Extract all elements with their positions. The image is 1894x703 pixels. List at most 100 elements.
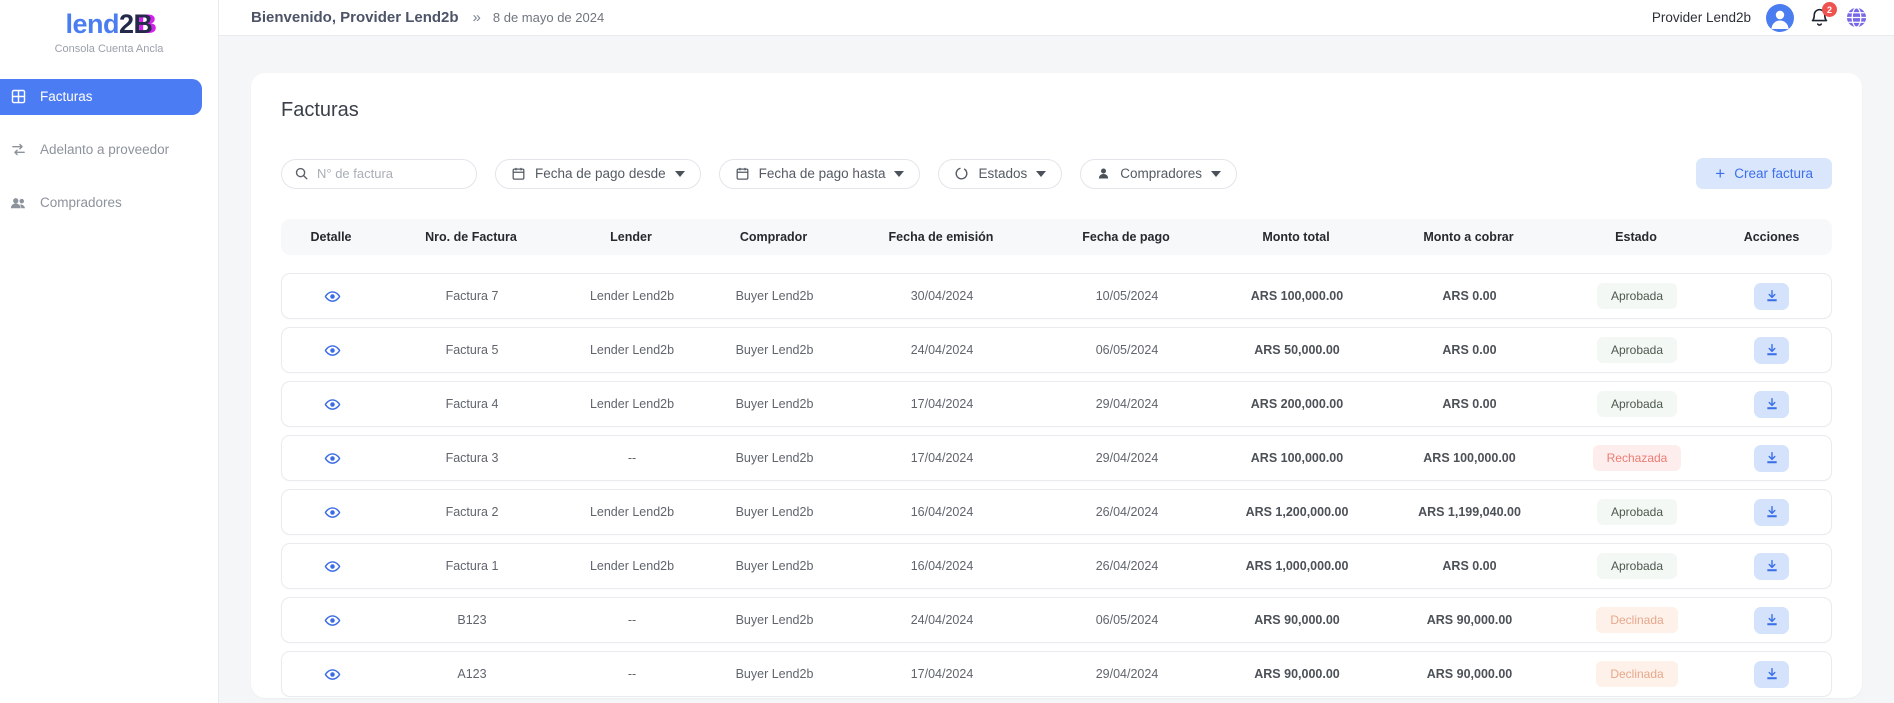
- issue-date: 17/04/2024: [910, 667, 974, 681]
- chevron-down-icon: [894, 170, 905, 177]
- topbar: Bienvenido, Provider Lend2b » 8 de mayo …: [219, 0, 1894, 36]
- breadcrumb-separator: »: [472, 9, 481, 26]
- current-date: 8 de mayo de 2024: [492, 10, 605, 25]
- view-detail-button[interactable]: [324, 342, 341, 359]
- calendar-icon: [735, 166, 750, 181]
- filter-label: Compradores: [1120, 166, 1203, 181]
- account-name: Provider Lend2b: [1651, 10, 1751, 25]
- download-icon: [1765, 505, 1779, 519]
- collectable-amount: ARS 90,000.00: [1426, 667, 1513, 681]
- eye-icon: [324, 612, 341, 629]
- column-header-lender: Lender: [610, 230, 652, 244]
- filter-states[interactable]: Estados: [938, 158, 1063, 189]
- sidebar-item-adelanto-a-proveedor[interactable]: Adelanto a proveedor: [0, 132, 219, 168]
- download-icon: [1765, 289, 1779, 303]
- sidebar-item-compradores[interactable]: Compradores: [0, 185, 219, 221]
- lender-name: --: [627, 613, 637, 627]
- download-invoice-button[interactable]: [1754, 282, 1789, 310]
- table-header: Detalle Nro. de Factura Lender Comprador…: [281, 219, 1832, 255]
- download-invoice-button[interactable]: [1754, 336, 1789, 364]
- view-detail-button[interactable]: [324, 288, 341, 305]
- grid-icon: [8, 88, 28, 105]
- invoice-search[interactable]: [281, 158, 477, 189]
- download-invoice-button[interactable]: [1754, 660, 1789, 688]
- download-icon: [1765, 559, 1779, 573]
- account-cluster: Provider Lend2b 2: [1651, 2, 1868, 32]
- eye-icon: [324, 396, 341, 413]
- create-invoice-button[interactable]: + Crear factura: [1696, 158, 1832, 189]
- avatar[interactable]: [1766, 3, 1794, 32]
- status-badge: Aprobada: [1596, 283, 1678, 309]
- view-detail-button[interactable]: [324, 396, 341, 413]
- download-invoice-button[interactable]: [1754, 498, 1789, 526]
- transfer-icon: [8, 141, 28, 158]
- download-icon: [1765, 451, 1779, 465]
- payment-date: 26/04/2024: [1095, 505, 1159, 519]
- collectable-amount: ARS 0.00: [1442, 289, 1497, 303]
- filter-date-from[interactable]: Fecha de pago desde: [495, 158, 701, 189]
- eye-icon: [324, 288, 341, 305]
- sidebar-item-label: Compradores: [40, 195, 122, 211]
- eye-icon: [324, 666, 341, 683]
- issue-date: 17/04/2024: [910, 397, 974, 411]
- download-invoice-button[interactable]: [1754, 390, 1789, 418]
- status-badge: Aprobada: [1596, 553, 1678, 579]
- table-row: Factura 5 Lender Lend2b Buyer Lend2b 24/…: [281, 327, 1832, 373]
- total-amount: ARS 100,000.00: [1250, 451, 1344, 465]
- lender-name: Lender Lend2b: [589, 343, 675, 357]
- download-invoice-button[interactable]: [1754, 444, 1789, 472]
- buyer-name: Buyer Lend2b: [735, 667, 814, 681]
- download-invoice-button[interactable]: [1754, 552, 1789, 580]
- download-invoice-button[interactable]: [1754, 606, 1789, 634]
- table-row: Factura 2 Lender Lend2b Buyer Lend2b 16/…: [281, 489, 1832, 535]
- collectable-amount: ARS 100,000.00: [1423, 451, 1516, 465]
- people-icon: [8, 194, 28, 212]
- logo-2: 2: [118, 9, 134, 39]
- total-amount: ARS 1,200,000.00: [1245, 505, 1349, 519]
- view-detail-button[interactable]: [324, 666, 341, 683]
- lender-name: Lender Lend2b: [589, 397, 675, 411]
- search-input[interactable]: [317, 166, 464, 181]
- view-detail-button[interactable]: [324, 612, 341, 629]
- issue-date: 17/04/2024: [910, 451, 974, 465]
- view-detail-button[interactable]: [324, 558, 341, 575]
- payment-date: 29/04/2024: [1095, 397, 1159, 411]
- eye-icon: [324, 450, 341, 467]
- view-detail-button[interactable]: [324, 504, 341, 521]
- notifications-button[interactable]: 2: [1809, 2, 1837, 28]
- view-detail-button[interactable]: [324, 450, 341, 467]
- payment-date: 06/05/2024: [1095, 613, 1159, 627]
- invoices-panel: Facturas Fecha de pago desde Fecha de pa…: [251, 73, 1862, 698]
- buyer-name: Buyer Lend2b: [735, 397, 814, 411]
- eye-icon: [324, 504, 341, 521]
- download-icon: [1765, 613, 1779, 627]
- invoice-number: Factura 1: [445, 559, 499, 573]
- issue-date: 24/04/2024: [910, 343, 974, 357]
- table-row: Factura 1 Lender Lend2b Buyer Lend2b 16/…: [281, 543, 1832, 589]
- column-header-acciones: Acciones: [1743, 230, 1800, 244]
- language-globe-button[interactable]: [1845, 6, 1868, 29]
- buyer-name: Buyer Lend2b: [735, 451, 814, 465]
- lender-name: Lender Lend2b: [589, 505, 675, 519]
- total-amount: ARS 200,000.00: [1250, 397, 1344, 411]
- sidebar-item-facturas[interactable]: Facturas: [0, 78, 202, 115]
- sidebar: lend2B B Consola Cuenta Ancla Facturas Ad…: [0, 0, 219, 703]
- filter-buyers[interactable]: Compradores: [1080, 158, 1238, 189]
- filter-date-to[interactable]: Fecha de pago hasta: [718, 158, 921, 189]
- download-icon: [1765, 343, 1779, 357]
- create-invoice-label: Crear factura: [1734, 166, 1813, 181]
- total-amount: ARS 90,000.00: [1254, 613, 1340, 627]
- table-row: Factura 7 Lender Lend2b Buyer Lend2b 30/…: [281, 273, 1832, 319]
- invoice-number: B123: [457, 613, 487, 627]
- calendar-icon: [511, 166, 526, 181]
- status-badge: Aprobada: [1596, 337, 1678, 363]
- column-header-estado: Estado: [1615, 230, 1657, 244]
- total-amount: ARS 50,000.00: [1254, 343, 1340, 357]
- status-badge: Declinada: [1596, 661, 1678, 687]
- table-row: Factura 4 Lender Lend2b Buyer Lend2b 17/…: [281, 381, 1832, 427]
- status-badge: Declinada: [1596, 607, 1678, 633]
- collectable-amount: ARS 0.00: [1442, 559, 1497, 573]
- invoice-rows: Factura 7 Lender Lend2b Buyer Lend2b 30/…: [281, 273, 1832, 697]
- status-circle-icon: [954, 166, 969, 181]
- table-row: B123 -- Buyer Lend2b 24/04/2024 06/05/20…: [281, 597, 1832, 643]
